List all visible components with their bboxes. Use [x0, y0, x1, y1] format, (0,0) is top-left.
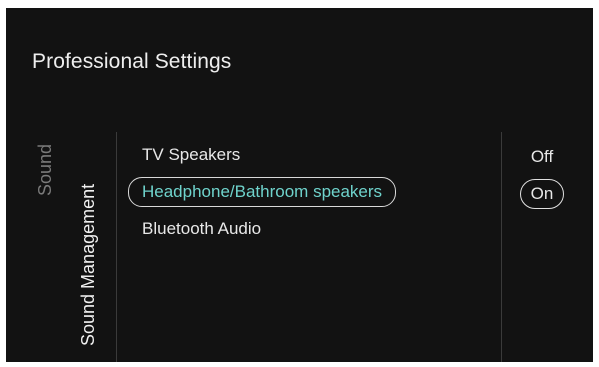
option-list: Off On	[512, 138, 572, 212]
settings-panel: Professional Settings Sound Sound Manage…	[6, 8, 593, 362]
left-divider	[116, 132, 117, 362]
breadcrumb-current-sound-management[interactable]: Sound Management	[78, 184, 99, 346]
option-label: Off	[530, 146, 554, 166]
menu-list: TV Speakers Headphone/Bathroom speakers …	[128, 136, 488, 247]
right-divider	[501, 132, 502, 362]
menu-item-label: Headphone/Bathroom speakers	[128, 176, 397, 207]
option-off[interactable]: Off	[520, 138, 564, 175]
page-title: Professional Settings	[32, 50, 232, 73]
menu-item-label: Bluetooth Audio	[142, 218, 262, 238]
menu-item-bluetooth-audio[interactable]: Bluetooth Audio	[128, 210, 488, 247]
menu-item-label: TV Speakers	[142, 144, 241, 164]
breadcrumb-parent-sound[interactable]: Sound	[35, 144, 56, 196]
option-on[interactable]: On	[519, 175, 565, 212]
menu-item-headphone-bathroom-speakers[interactable]: Headphone/Bathroom speakers	[128, 173, 488, 210]
option-label: On	[519, 178, 565, 209]
menu-item-tv-speakers[interactable]: TV Speakers	[128, 136, 488, 173]
